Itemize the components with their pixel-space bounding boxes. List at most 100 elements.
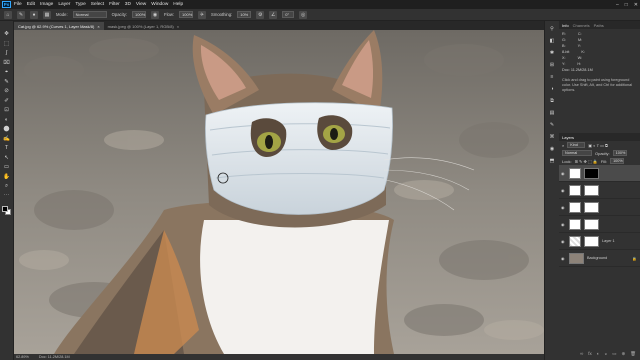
smoothing-field[interactable]: 10%	[237, 11, 252, 18]
trash-icon[interactable]: 🗑	[630, 351, 636, 357]
menu-layer[interactable]: Layer	[58, 2, 70, 7]
tab-layers[interactable]: Layers	[562, 135, 574, 140]
blend-mode-select[interactable]: Normal	[562, 150, 592, 156]
paragraph-icon[interactable]: ≡	[548, 73, 556, 80]
layer-row[interactable]: ◉	[559, 199, 640, 216]
menu-view[interactable]: View	[136, 2, 146, 7]
stamp-tool-icon[interactable]: ⊡	[2, 107, 11, 115]
quick-select-tool-icon[interactable]: ⌧	[2, 60, 11, 68]
close-icon[interactable]: ×	[97, 24, 99, 29]
more-tools-icon[interactable]: ⋯	[2, 193, 11, 201]
adjustments-icon[interactable]: ◑	[548, 85, 556, 92]
tab-cat-document[interactable]: Cat.jpg @ 62.9% (Curves 1, Layer Mask/8)…	[14, 22, 104, 30]
flow-field[interactable]: 100%	[179, 11, 194, 18]
menu-image[interactable]: Image	[40, 2, 53, 7]
properties-icon[interactable]: ◧	[548, 37, 556, 44]
menu-3d[interactable]: 3D	[125, 2, 131, 7]
crop-tool-icon[interactable]: ⌖	[2, 69, 11, 77]
menu-help[interactable]: Help	[173, 2, 183, 7]
color-icon[interactable]: ◉	[548, 145, 556, 152]
layer-fill-field[interactable]: 100%	[610, 158, 625, 164]
layer-opacity-field[interactable]: 100%	[612, 150, 627, 156]
minimize-button[interactable]: –	[616, 2, 619, 8]
menu-type[interactable]: Type	[75, 2, 85, 7]
eraser-tool-icon[interactable]: ⬤	[2, 126, 11, 134]
airbrush-icon[interactable]: ✈	[198, 10, 207, 19]
brush-tool-icon[interactable]: ✐	[2, 98, 11, 106]
eye-icon[interactable]: ◉	[561, 256, 566, 261]
adjustment-layer-icon[interactable]: ◒	[605, 351, 608, 357]
new-layer-icon[interactable]: ⊕	[622, 351, 626, 357]
history-icon[interactable]: ⚲	[548, 25, 556, 32]
eye-icon[interactable]: ◉	[561, 239, 566, 244]
link-layers-icon[interactable]: ∞	[580, 351, 583, 357]
tab-info[interactable]: Info	[562, 23, 569, 28]
history-brush-tool-icon[interactable]: ◐	[2, 117, 11, 125]
lock-icons[interactable]: ⊞ ✎ ✥ ⬚ 🔒	[575, 159, 598, 164]
zoom-level[interactable]: 62.89%	[16, 355, 29, 359]
hand-tool-icon[interactable]: ✋	[2, 174, 11, 182]
layer-row[interactable]: ◉	[559, 165, 640, 182]
marquee-tool-icon[interactable]: ⬚	[2, 41, 11, 49]
foreground-color-swatch[interactable]	[1, 206, 8, 212]
mode-select[interactable]: Normal	[72, 11, 107, 18]
color-swatches[interactable]	[1, 206, 12, 216]
layer-mask-thumbnail[interactable]	[584, 201, 599, 213]
actions-icon[interactable]: ⌘	[548, 133, 556, 140]
layer-mask-thumbnail[interactable]	[584, 167, 599, 179]
eye-icon[interactable]: ◉	[561, 188, 566, 193]
pressure-opacity-icon[interactable]: ◉	[151, 10, 160, 19]
group-icon[interactable]: ▭	[612, 351, 616, 357]
layer-row[interactable]: ◉ Background 🔒	[559, 250, 640, 267]
layer-mask-thumbnail[interactable]	[584, 184, 599, 196]
libraries-icon[interactable]: ⧉	[548, 97, 556, 104]
close-icon[interactable]: ×	[177, 24, 179, 29]
angle-icon[interactable]: ∠	[269, 10, 278, 19]
tab-channels[interactable]: Channels	[573, 23, 590, 28]
menu-file[interactable]: File	[14, 2, 22, 7]
swatches-icon[interactable]: ⊞	[548, 61, 556, 68]
eye-icon[interactable]: ◉	[561, 171, 566, 176]
add-mask-icon[interactable]: ◐	[597, 351, 600, 357]
brush-tool-icon[interactable]: ✎	[17, 10, 25, 19]
brush-settings-icon[interactable]: ✱	[548, 49, 556, 56]
maximize-button[interactable]: □	[625, 2, 628, 8]
layer-mask-thumbnail[interactable]	[584, 235, 599, 247]
eye-icon[interactable]: ◉	[561, 205, 566, 210]
eyedropper-tool-icon[interactable]: ✎	[2, 79, 11, 87]
tab-paths[interactable]: Paths	[594, 23, 604, 28]
character-icon[interactable]: ✎	[548, 121, 556, 128]
layer-row[interactable]: ◉ Layer 1	[559, 233, 640, 250]
layer-row[interactable]: ◉	[559, 182, 640, 199]
zoom-tool-icon[interactable]: ⌕	[2, 183, 11, 191]
menu-filter[interactable]: Filter	[109, 2, 120, 7]
gear-icon[interactable]: ⚙	[256, 10, 265, 19]
rectangle-tool-icon[interactable]: ▭	[2, 164, 11, 172]
kind-filter-select[interactable]: Kind	[567, 142, 586, 148]
tab-mask-document[interactable]: mask.jpeg @ 100% (Layer 1, RGB/8) ×	[104, 22, 183, 30]
menu-window[interactable]: Window	[151, 2, 168, 7]
pressure-size-icon[interactable]: ◎	[299, 10, 308, 19]
patterns-icon[interactable]: ⬒	[548, 157, 556, 164]
healing-tool-icon[interactable]: ⊘	[2, 88, 11, 96]
styles-icon[interactable]: ▤	[548, 109, 556, 116]
brush-settings-icon[interactable]: ▦	[43, 10, 51, 19]
menu-edit[interactable]: Edit	[27, 2, 35, 7]
eye-icon[interactable]: ◉	[561, 222, 566, 227]
angle-field[interactable]: 0°	[282, 11, 295, 18]
layer-row[interactable]: ◉	[559, 216, 640, 233]
home-icon[interactable]: ⌂	[4, 10, 12, 19]
lasso-tool-icon[interactable]: ʃ	[2, 50, 11, 58]
filter-icons[interactable]: ▣ ◐ T ▭ ⧉	[588, 143, 608, 148]
brush-preset-picker[interactable]: ●	[30, 10, 38, 19]
menu-select[interactable]: Select	[91, 2, 104, 7]
path-select-tool-icon[interactable]: ↖	[2, 155, 11, 163]
layer-mask-thumbnail[interactable]	[584, 218, 599, 230]
opacity-field[interactable]: 100%	[132, 11, 147, 18]
pen-tool-icon[interactable]: ✍	[2, 136, 11, 144]
type-tool-icon[interactable]: T	[2, 145, 11, 153]
close-window-button[interactable]: ✕	[634, 2, 638, 8]
layer-style-icon[interactable]: fx	[588, 351, 592, 357]
document-canvas[interactable]	[14, 30, 544, 354]
move-tool-icon[interactable]: ✥	[2, 31, 11, 39]
